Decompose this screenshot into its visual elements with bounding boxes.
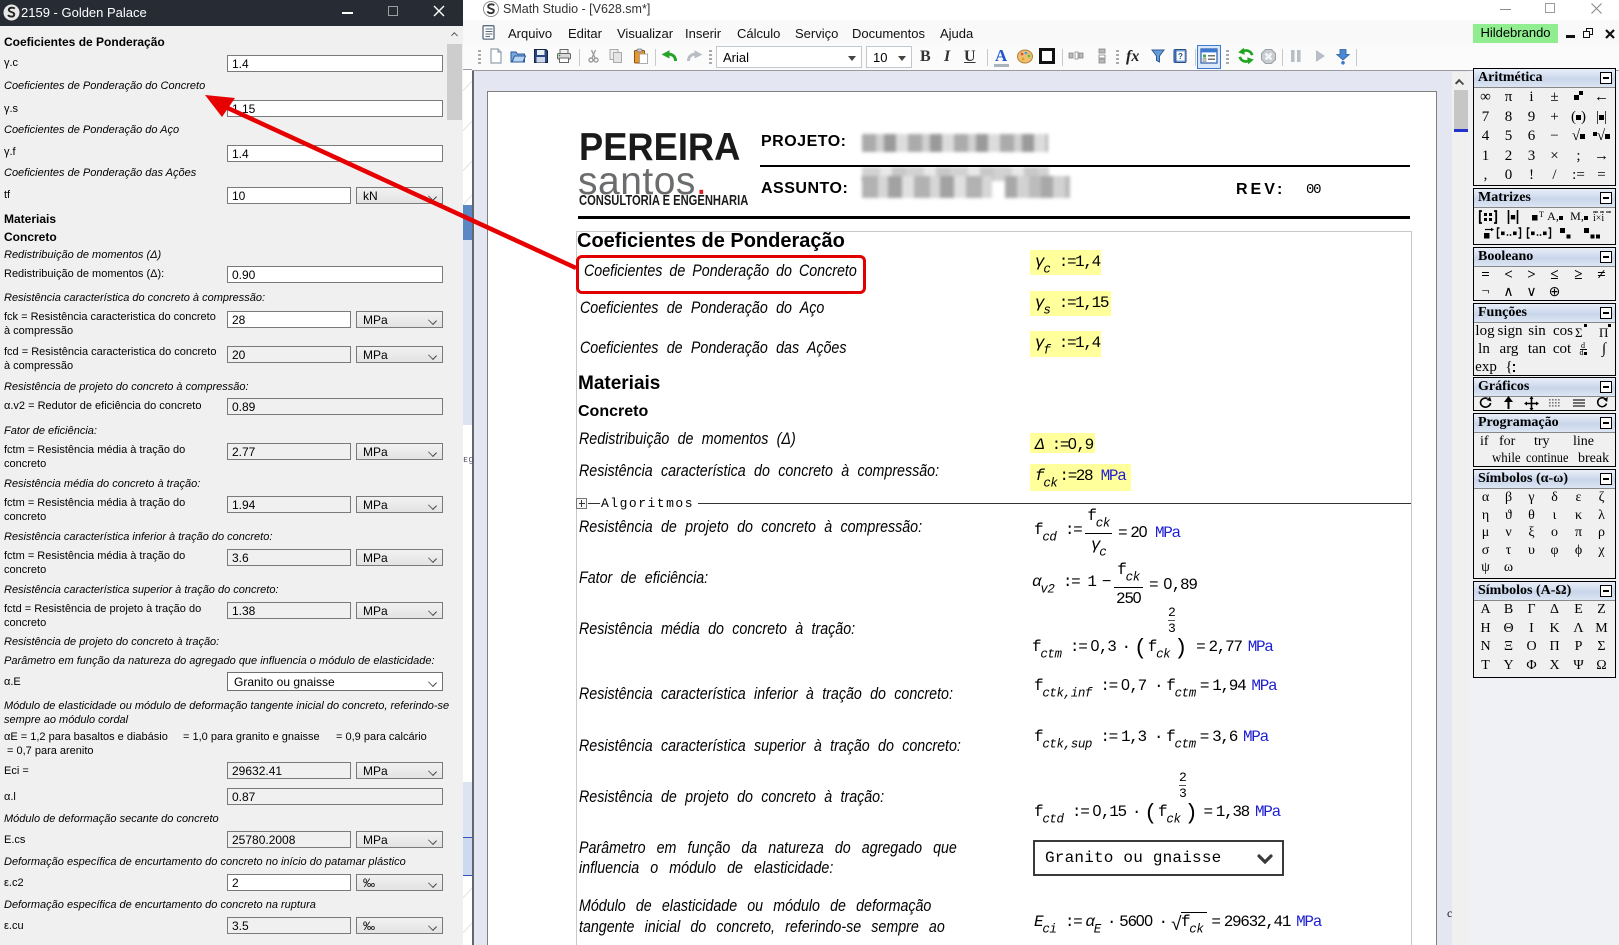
svg-text:i×i: i×i (1593, 213, 1604, 223)
svg-text:?: ? (1178, 52, 1183, 61)
svg-text:Π: Π (1599, 325, 1608, 339)
svg-text:Σ: Σ (1575, 325, 1583, 339)
svg-text:T: T (1539, 210, 1544, 219)
